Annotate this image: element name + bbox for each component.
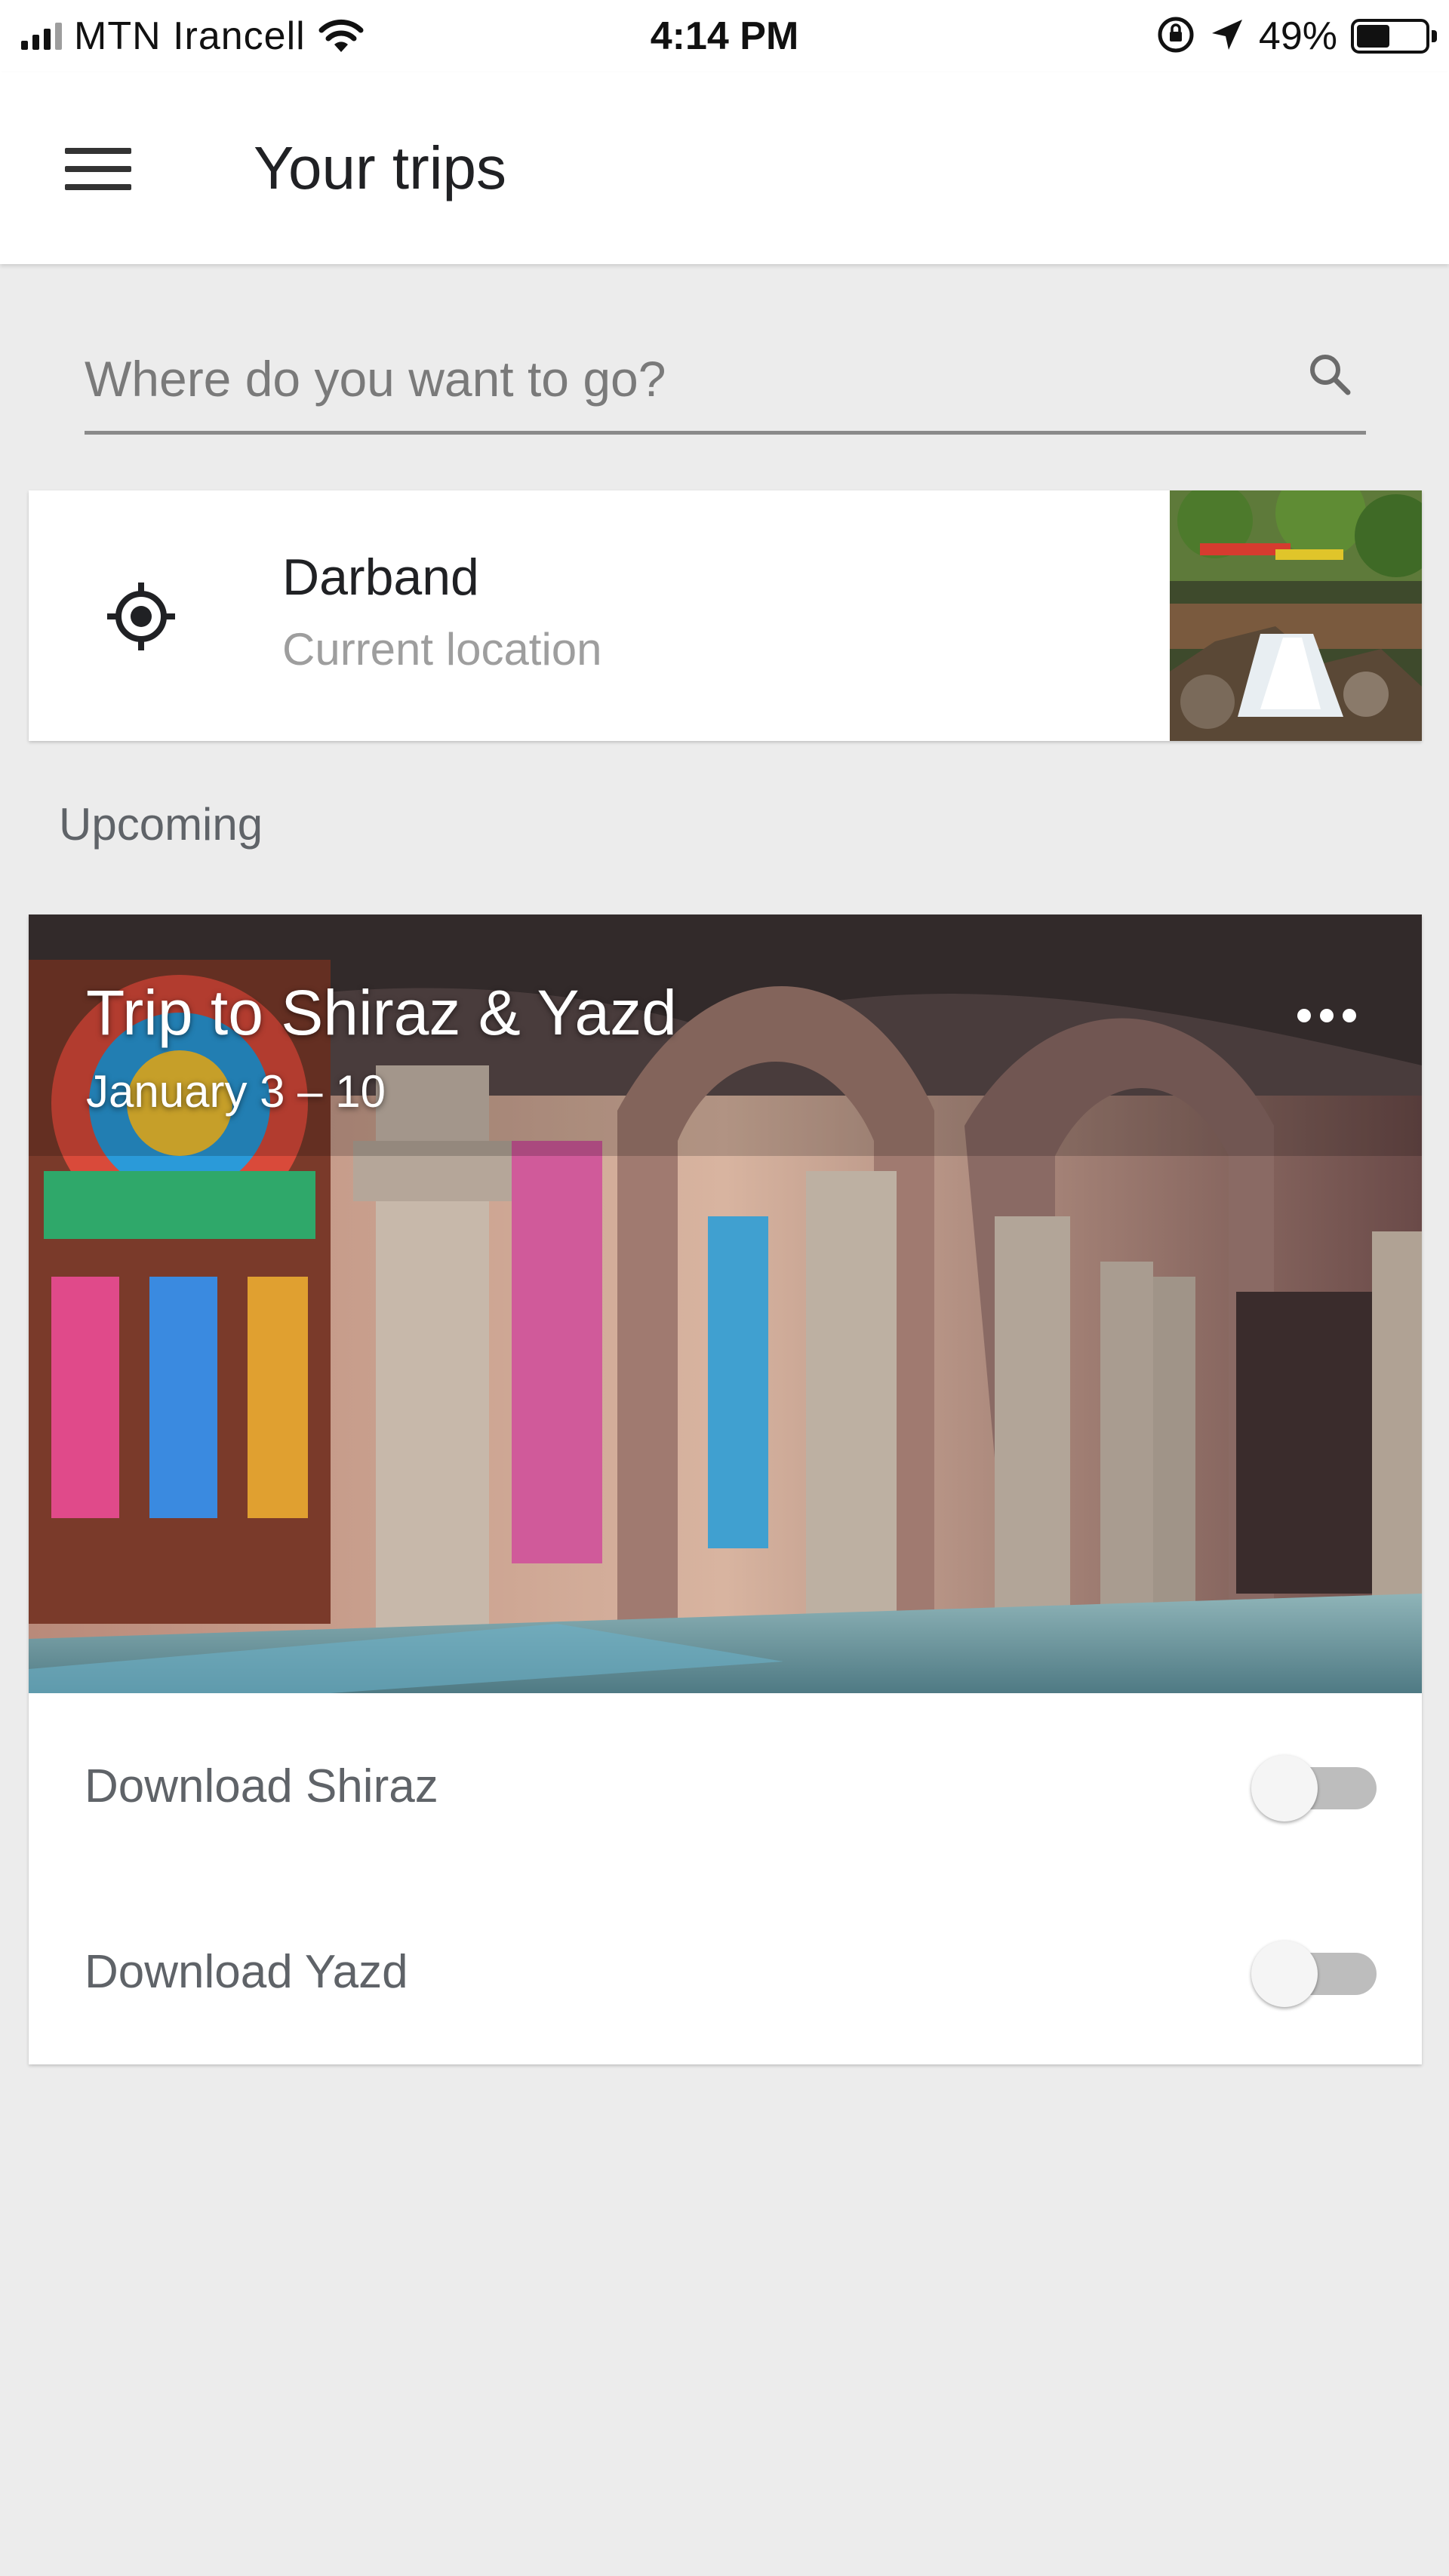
hamburger-menu-icon[interactable] <box>65 148 131 190</box>
location-arrow-icon <box>1209 17 1245 57</box>
search-input[interactable] <box>85 341 1262 417</box>
search-bar <box>85 324 1366 435</box>
status-bar: MTN Irancell 4:14 PM 49% <box>0 0 1449 72</box>
app-bar: Your trips <box>0 72 1449 264</box>
search-icon[interactable] <box>1301 346 1361 406</box>
download-label: Download Shiraz <box>85 1760 438 1812</box>
download-yazd-toggle[interactable] <box>1251 1941 1377 2007</box>
download-shiraz-toggle[interactable] <box>1251 1755 1377 1821</box>
upcoming-section-label: Upcoming <box>59 799 263 850</box>
battery-level <box>1357 25 1389 48</box>
location-subtitle: Current location <box>282 624 602 675</box>
orientation-lock-icon <box>1156 15 1195 58</box>
current-location-card[interactable]: Darband Current location <box>29 490 1422 741</box>
download-label: Download Yazd <box>85 1946 408 1998</box>
download-row-shiraz[interactable]: Download Shiraz <box>29 1693 1422 1879</box>
download-row-yazd[interactable]: Download Yazd <box>29 1879 1422 2064</box>
trip-title: Trip to Shiraz & Yazd <box>86 977 677 1048</box>
battery-percent: 49% <box>1258 14 1337 58</box>
location-thumbnail <box>1170 490 1422 741</box>
more-horizontal-icon[interactable] <box>1291 993 1363 1038</box>
trip-dates: January 3 – 10 <box>86 1066 386 1117</box>
battery-icon <box>1351 19 1437 54</box>
my-location-icon <box>97 572 186 661</box>
trip-card: Trip to Shiraz & Yazd January 3 – 10 Dow… <box>29 915 1422 2064</box>
status-bar-right: 49% <box>1156 12 1437 60</box>
page-title: Your trips <box>254 134 506 201</box>
location-name: Darband <box>282 549 479 606</box>
